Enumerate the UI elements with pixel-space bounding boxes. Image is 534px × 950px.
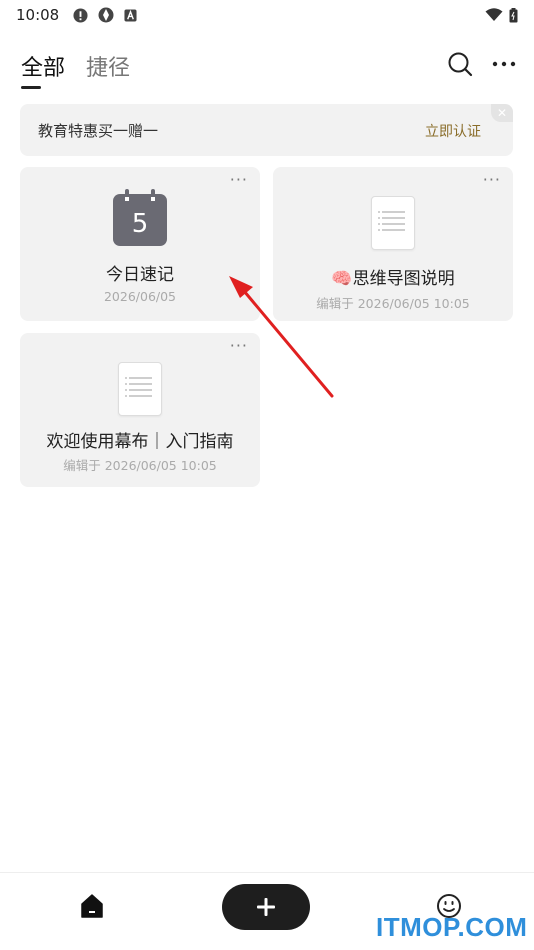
search-icon[interactable] bbox=[446, 50, 474, 78]
document-icon bbox=[118, 362, 162, 416]
status-system-icons bbox=[485, 7, 518, 23]
calendar-day: 5 bbox=[132, 209, 149, 239]
home-icon[interactable] bbox=[79, 893, 105, 919]
card-title: 🧠思维导图说明 bbox=[331, 269, 455, 289]
tab-all[interactable]: 全部 bbox=[21, 50, 65, 82]
plus-icon bbox=[257, 898, 275, 916]
note-card-daily-memo[interactable]: ··· 5 今日速记 2026/06/05 bbox=[20, 167, 260, 321]
card-title: 今日速记 bbox=[106, 265, 174, 285]
battery-icon bbox=[509, 7, 518, 22]
status-bar: 10:08 bbox=[0, 0, 534, 30]
active-tab-indicator bbox=[21, 86, 41, 89]
card-meta: 2026/06/05 bbox=[103, 289, 177, 304]
status-time: 10:08 bbox=[16, 6, 60, 24]
tab-shortcut[interactable]: 捷径 bbox=[86, 50, 130, 82]
status-notification-icons bbox=[73, 7, 137, 23]
card-meta: 编辑于 2026/06/05 10:05 bbox=[63, 458, 217, 473]
card-title: 欢迎使用幕布｜入门指南 bbox=[46, 432, 234, 452]
wifi-icon bbox=[485, 8, 503, 21]
card-more-icon[interactable]: ··· bbox=[483, 172, 501, 188]
header: 全部 捷径 bbox=[0, 44, 534, 94]
note-card-guide[interactable]: ··· 欢迎使用幕布｜入门指南 编辑于 2026/06/05 10:05 bbox=[20, 333, 260, 487]
watermark: ITMOP.COM bbox=[376, 912, 528, 942]
verify-now-link[interactable]: 立即认证 bbox=[425, 121, 481, 141]
card-more-icon[interactable]: ··· bbox=[230, 338, 248, 354]
document-icon bbox=[371, 196, 415, 250]
card-more-icon[interactable]: ··· bbox=[230, 172, 248, 188]
more-menu-icon[interactable] bbox=[490, 52, 518, 76]
app-notification-icon bbox=[98, 7, 114, 23]
promo-banner[interactable]: 教育特惠买一赠一 立即认证 ✕ bbox=[20, 104, 513, 156]
calendar-icon: 5 bbox=[113, 189, 167, 246]
alert-icon bbox=[73, 7, 88, 23]
note-card-mindmap[interactable]: ··· 🧠思维导图说明 编辑于 2026/06/05 10:05 bbox=[273, 167, 513, 321]
banner-text: 教育特惠买一赠一 bbox=[38, 122, 159, 140]
card-meta: 编辑于 2026/06/05 10:05 bbox=[316, 296, 470, 311]
add-button[interactable] bbox=[222, 884, 310, 930]
banner-close-icon[interactable]: ✕ bbox=[491, 104, 513, 122]
a-icon bbox=[124, 8, 137, 22]
